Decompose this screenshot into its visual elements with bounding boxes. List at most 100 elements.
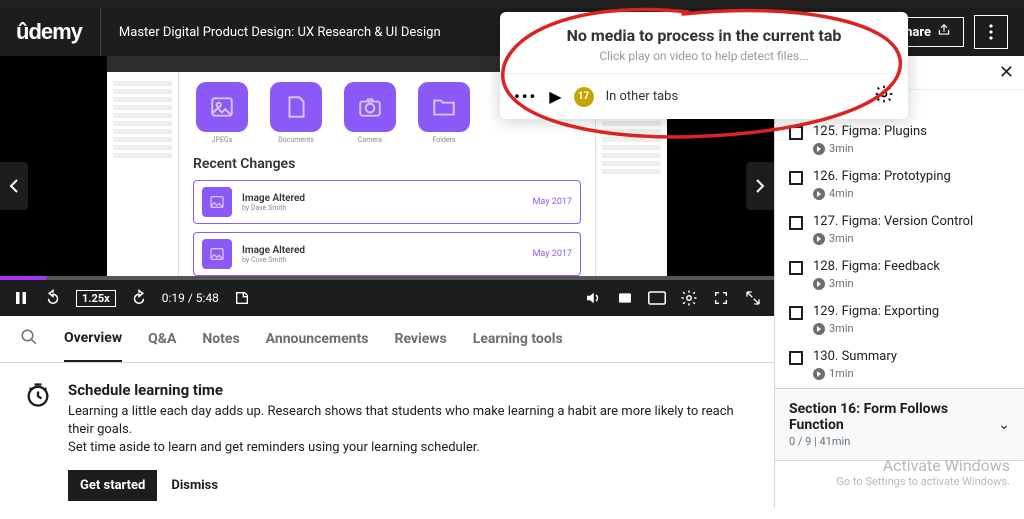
close-sidebar-button[interactable]: ✕ xyxy=(999,62,1014,83)
lesson-title: 130. Summary xyxy=(813,349,897,364)
icon-label: Documents xyxy=(278,136,314,144)
udemy-logo[interactable]: ûdemy xyxy=(16,19,82,45)
lesson-item[interactable]: 128. Figma: Feedback 3min xyxy=(775,253,1024,298)
volume-button[interactable] xyxy=(584,289,602,307)
prev-video-button[interactable] xyxy=(0,162,28,210)
gear-icon xyxy=(680,289,698,307)
lesson-duration: 4min xyxy=(829,187,854,200)
tab-learning-tools[interactable]: Learning tools xyxy=(473,317,563,361)
more-button[interactable] xyxy=(974,15,1008,49)
forward-button[interactable] xyxy=(130,289,148,307)
transcript-icon xyxy=(617,290,633,306)
play-icon xyxy=(813,368,825,380)
lesson-title: 125. Figma: Plugins xyxy=(813,124,927,139)
settings-button[interactable] xyxy=(680,289,698,307)
lesson-checkbox[interactable] xyxy=(789,126,803,140)
icon-label: JPEGs xyxy=(212,136,233,144)
play-icon xyxy=(813,278,825,290)
tab-qa[interactable]: Q&A xyxy=(148,317,176,361)
notes-button[interactable] xyxy=(233,289,251,307)
schedule-title: Schedule learning time xyxy=(68,381,750,399)
folder-icon xyxy=(431,94,457,120)
icon-label: Folders xyxy=(432,136,455,144)
dismiss-button[interactable]: Dismiss xyxy=(171,478,218,493)
lesson-checkbox[interactable] xyxy=(789,216,803,230)
play-icon xyxy=(813,233,825,245)
rewind-button[interactable] xyxy=(44,289,62,307)
lesson-duration: 3min xyxy=(829,322,854,335)
tab-reviews[interactable]: Reviews xyxy=(394,317,446,361)
popup-subtitle: Click play on video to help detect files… xyxy=(520,49,888,63)
fullscreen-button[interactable] xyxy=(712,289,730,307)
recent-item: Image Alteredby Dave Smith May 2017 xyxy=(193,180,581,224)
tab-count-badge: 17 xyxy=(574,87,594,107)
note-icon xyxy=(234,290,250,306)
lesson-title: 128. Figma: Feedback xyxy=(813,259,940,274)
chevron-down-icon: ⌄ xyxy=(998,417,1010,433)
volume-icon xyxy=(584,289,602,307)
vertical-dots-icon xyxy=(989,24,993,40)
rewind-icon xyxy=(44,289,62,307)
lesson-title: 129. Figma: Exporting xyxy=(813,304,939,319)
lesson-duration: 1min xyxy=(829,367,854,380)
recent-item: Image Alteredby Cove Smith May 2017 xyxy=(193,232,581,276)
gear-icon[interactable] xyxy=(874,84,894,109)
section-title: Section 16: Form Follows Function xyxy=(789,401,998,433)
chevron-right-icon xyxy=(755,178,765,194)
icon-label: Camera xyxy=(358,136,382,144)
section-meta: 0 / 9 | 41min xyxy=(789,435,998,448)
clock-icon xyxy=(24,381,52,501)
search-icon xyxy=(20,328,38,346)
forward-icon xyxy=(130,289,148,307)
expand-button[interactable] xyxy=(744,289,762,307)
schedule-body: Learning a little each day adds up. Rese… xyxy=(68,403,750,458)
play-icon xyxy=(813,143,825,155)
lesson-item[interactable]: 130. Summary 1min xyxy=(775,343,1024,388)
tab-announcements[interactable]: Announcements xyxy=(266,317,369,361)
lesson-duration: 3min xyxy=(829,142,854,155)
fullscreen-icon xyxy=(713,290,729,306)
content-tabs: Overview Q&A Notes Announcements Reviews… xyxy=(0,316,774,363)
lesson-checkbox[interactable] xyxy=(789,351,803,365)
get-started-button[interactable]: Get started xyxy=(68,470,157,501)
downloader-popup: No media to process in the current tab C… xyxy=(500,12,908,119)
lesson-title: 127. Figma: Version Control xyxy=(813,214,973,229)
lesson-duration: 3min xyxy=(829,277,854,290)
transcript-button[interactable] xyxy=(616,289,634,307)
play-icon xyxy=(813,323,825,335)
video-time: 0:19 / 5:48 xyxy=(162,291,219,305)
more-icon[interactable]: ••• xyxy=(514,87,537,106)
playback-speed[interactable]: 1.25x xyxy=(76,290,116,307)
lesson-item[interactable]: 126. Figma: Prototyping 4min xyxy=(775,163,1024,208)
tab-overview[interactable]: Overview xyxy=(64,316,122,362)
section-header[interactable]: Section 16: Form Follows Function 0 / 9 |… xyxy=(775,388,1024,461)
lesson-duration: 3min xyxy=(829,232,854,245)
lesson-checkbox[interactable] xyxy=(789,261,803,275)
lesson-checkbox[interactable] xyxy=(789,171,803,185)
course-content-sidebar: ✕ 6min 125. Figma: Plugins3min 126. Figm… xyxy=(774,56,1024,508)
recent-changes-heading: Recent Changes xyxy=(193,156,581,172)
chevron-left-icon xyxy=(9,178,19,194)
next-video-button[interactable] xyxy=(746,162,774,210)
play-icon xyxy=(813,188,825,200)
lesson-item[interactable]: 125. Figma: Plugins 3min xyxy=(775,118,1024,163)
play-icon[interactable]: ▶ xyxy=(549,87,561,106)
pause-icon xyxy=(14,291,28,305)
pause-button[interactable] xyxy=(12,289,30,307)
popup-title: No media to process in the current tab xyxy=(520,26,888,45)
other-tabs-label[interactable]: In other tabs xyxy=(606,89,862,104)
lesson-item[interactable]: 129. Figma: Exporting 3min xyxy=(775,298,1024,343)
captions-button[interactable] xyxy=(648,289,666,307)
divider xyxy=(100,8,101,56)
camera-icon xyxy=(357,94,383,120)
lesson-checkbox[interactable] xyxy=(789,306,803,320)
lesson-item[interactable]: 127. Figma: Version Control 3min xyxy=(775,208,1024,253)
search-tab[interactable] xyxy=(20,328,38,350)
tab-notes[interactable]: Notes xyxy=(202,317,239,361)
lesson-title: 126. Figma: Prototyping xyxy=(813,169,951,184)
document-icon xyxy=(283,94,309,120)
image-icon xyxy=(209,94,235,120)
cc-icon xyxy=(648,291,666,305)
expand-icon xyxy=(745,290,761,306)
share-icon xyxy=(937,23,951,41)
